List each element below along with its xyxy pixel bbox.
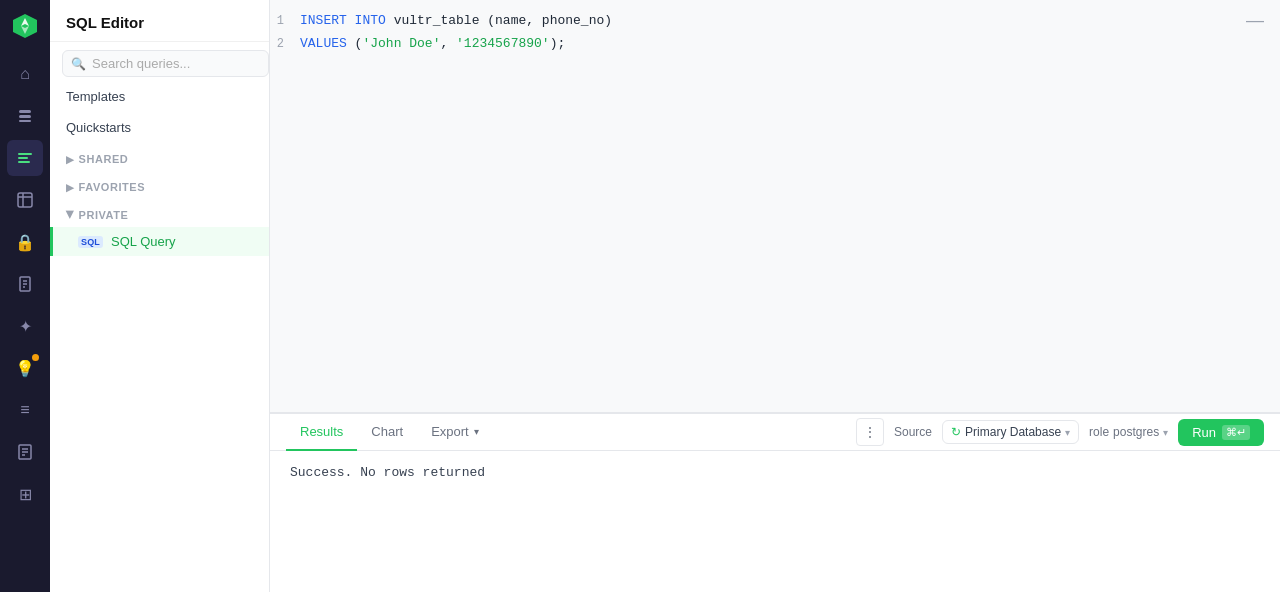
paren-close: );: [550, 36, 566, 51]
refresh-icon: ↻: [951, 425, 961, 439]
db-selector[interactable]: ↻ Primary Database ▾: [942, 420, 1079, 444]
shared-chevron-icon: ▶: [66, 154, 75, 165]
nav-bulb-icon[interactable]: 💡: [7, 350, 43, 386]
table-ref: vultr_table (name, phone_no): [386, 13, 612, 28]
tab-bar-right: ⋮ Source ↻ Primary Database ▾ role postg…: [856, 418, 1264, 446]
sql-query-label: SQL Query: [111, 234, 176, 249]
value-phone: '1234567890': [456, 36, 550, 51]
sql-badge: SQL: [78, 236, 103, 248]
svg-rect-9: [18, 193, 32, 207]
shared-section[interactable]: ▶ SHARED: [50, 147, 269, 171]
role-label: role: [1089, 425, 1109, 439]
private-chevron-icon: ▶: [65, 211, 76, 220]
favorites-label: FAVORITES: [79, 181, 145, 193]
source-label: Source: [894, 425, 932, 439]
sidebar-title: SQL Editor: [50, 0, 269, 42]
result-area: Success. No rows returned: [270, 451, 1280, 592]
main-content: — 1 INSERT INTO vultr_table (name, phone…: [270, 0, 1280, 592]
search-input[interactable]: [92, 56, 260, 71]
nav-grid-icon[interactable]: ⊞: [7, 476, 43, 512]
nav-home-icon[interactable]: ⌂: [7, 56, 43, 92]
svg-rect-8: [18, 161, 30, 163]
svg-marker-0: [13, 14, 37, 38]
editor-line-1: 1 INSERT INTO vultr_table (name, phone_n…: [270, 10, 1280, 33]
editor-area[interactable]: — 1 INSERT INTO vultr_table (name, phone…: [270, 0, 1280, 412]
kw-into: INTO: [355, 13, 386, 28]
favorites-chevron-icon: ▶: [66, 182, 75, 193]
app-logo[interactable]: [11, 12, 39, 40]
svg-rect-7: [18, 157, 28, 159]
line-code-2: VALUES ('John Doe', '1234567890');: [300, 34, 1280, 55]
search-wrapper: 🔍: [62, 50, 269, 77]
bottom-panel: Results Chart Export ▾ ⋮ Source ↻ Primar…: [270, 412, 1280, 592]
favorites-section[interactable]: ▶ FAVORITES: [50, 175, 269, 199]
success-message: Success. No rows returned: [290, 465, 485, 480]
tab-chart[interactable]: Chart: [357, 414, 417, 451]
nav-sql-editor-icon[interactable]: [7, 140, 43, 176]
more-options-button[interactable]: ⋮: [856, 418, 884, 446]
export-chevron-icon: ▾: [474, 426, 479, 437]
kw-insert: INSERT: [300, 13, 355, 28]
shared-label: SHARED: [79, 153, 129, 165]
tab-export[interactable]: Export ▾: [417, 414, 493, 451]
tab-bar: Results Chart Export ▾ ⋮ Source ↻ Primar…: [270, 414, 1280, 451]
quickstarts-item[interactable]: Quickstarts: [50, 112, 269, 143]
nav-table-icon[interactable]: [7, 182, 43, 218]
db-name: Primary Database: [965, 425, 1061, 439]
nav-list-icon[interactable]: ≡: [7, 392, 43, 428]
role-value: postgres: [1113, 425, 1159, 439]
nav-files-icon[interactable]: [7, 266, 43, 302]
kw-values: VALUES: [300, 36, 347, 51]
svg-rect-6: [18, 153, 32, 155]
role-selector[interactable]: role postgres ▾: [1089, 425, 1168, 439]
search-icon: 🔍: [71, 57, 86, 71]
run-shortcut: ⌘↵: [1222, 425, 1250, 440]
tab-results[interactable]: Results: [286, 414, 357, 451]
svg-rect-4: [19, 115, 31, 118]
paren-open: (: [347, 36, 363, 51]
line-number-2: 2: [270, 35, 300, 54]
sql-query-item[interactable]: SQL SQL Query: [50, 227, 269, 256]
comma: ,: [440, 36, 456, 51]
editor-line-2: 2 VALUES ('John Doe', '1234567890');: [270, 33, 1280, 56]
svg-rect-5: [19, 120, 31, 122]
templates-item[interactable]: Templates: [50, 81, 269, 112]
quickstarts-label: Quickstarts: [66, 120, 131, 135]
line-code-1: INSERT INTO vultr_table (name, phone_no): [300, 11, 1280, 32]
value-name: 'John Doe': [362, 36, 440, 51]
minimize-button[interactable]: —: [1246, 10, 1264, 31]
private-section[interactable]: ▶ PRIVATE: [50, 203, 269, 227]
editor-content: 1 INSERT INTO vultr_table (name, phone_n…: [270, 0, 1280, 66]
db-chevron-icon: ▾: [1065, 427, 1070, 438]
private-label: PRIVATE: [79, 209, 129, 221]
run-button[interactable]: Run ⌘↵: [1178, 419, 1264, 446]
run-label: Run: [1192, 425, 1216, 440]
nav-tools-icon[interactable]: ✦: [7, 308, 43, 344]
nav-database-icon[interactable]: [7, 98, 43, 134]
nav-doc-icon[interactable]: [7, 434, 43, 470]
svg-rect-3: [19, 110, 31, 113]
line-number-1: 1: [270, 12, 300, 31]
nav-sidebar: ⌂ 🔒 ✦ 💡 ≡ ⊞: [0, 0, 50, 592]
nav-lock-icon[interactable]: 🔒: [7, 224, 43, 260]
templates-label: Templates: [66, 89, 125, 104]
role-chevron-icon: ▾: [1163, 427, 1168, 438]
sidebar: SQL Editor 🔍 + Templates Quickstarts ▶ S…: [50, 0, 270, 592]
sidebar-search-row: 🔍 +: [50, 42, 269, 81]
